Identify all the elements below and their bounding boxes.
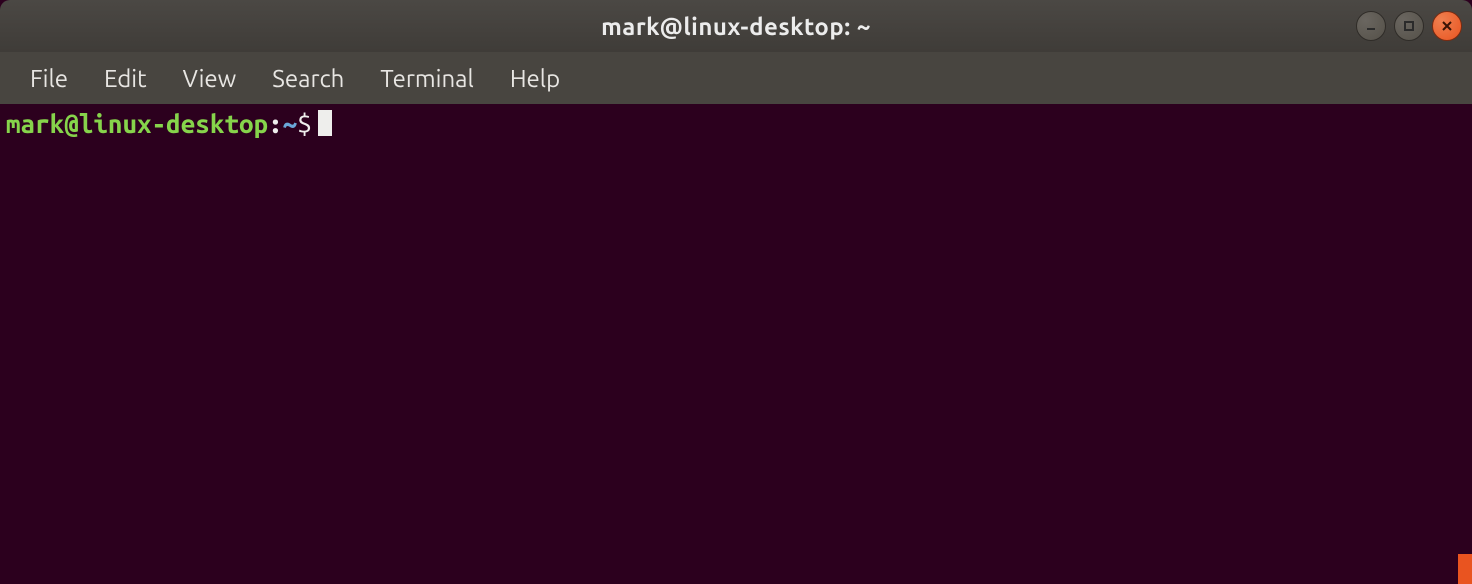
prompt-colon: : [268,109,283,138]
menu-file[interactable]: File [12,59,86,98]
close-button[interactable] [1432,11,1462,41]
menu-edit[interactable]: Edit [86,59,165,98]
menubar: File Edit View Search Terminal Help [0,52,1472,104]
titlebar: mark@linux-desktop: ~ [0,0,1472,52]
prompt-path: ~ [283,109,298,138]
terminal-area[interactable]: mark@linux-desktop:~$ [0,104,1472,584]
minimize-button[interactable] [1356,11,1386,41]
menu-help[interactable]: Help [492,59,578,98]
prompt-symbol: $ [297,109,312,138]
window-title: mark@linux-desktop: ~ [0,13,1472,40]
menu-view[interactable]: View [165,59,255,98]
window-controls [1356,11,1462,41]
menu-terminal[interactable]: Terminal [362,59,491,98]
minimize-icon [1364,19,1378,33]
maximize-icon [1402,19,1416,33]
menu-search[interactable]: Search [254,59,362,98]
terminal-cursor [318,110,332,136]
close-icon [1440,19,1454,33]
prompt-user-host: mark@linux-desktop [6,109,268,138]
maximize-button[interactable] [1394,11,1424,41]
scrollbar-thumb[interactable] [1458,554,1472,584]
